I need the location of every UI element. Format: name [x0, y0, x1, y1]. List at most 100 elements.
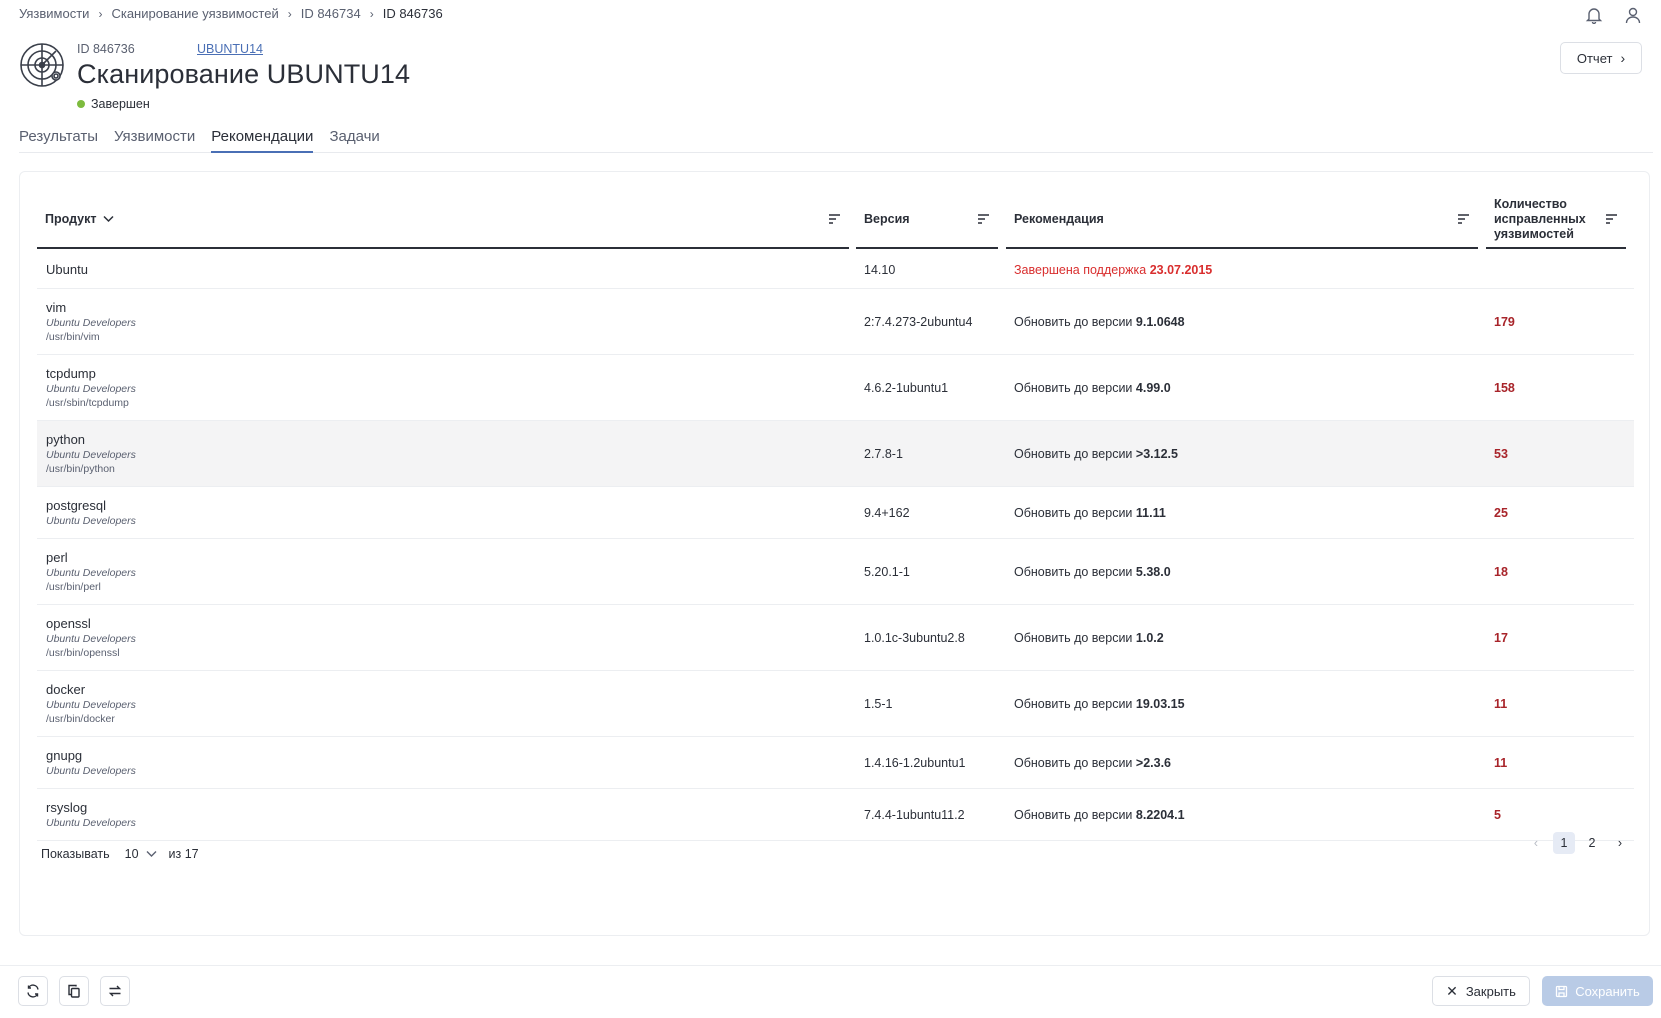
sort-icon[interactable] — [1457, 213, 1470, 225]
product-vendor: Ubuntu Developers — [46, 316, 136, 329]
close-button[interactable]: ✕ Закрыть — [1432, 976, 1530, 1006]
status-text: Завершен — [91, 97, 150, 111]
recommendation-value: 4.99.0 — [1135, 380, 1171, 395]
product-name: vim — [46, 299, 67, 315]
product-info: rsyslog Ubuntu Developers — [46, 800, 136, 830]
user-icon[interactable] — [1622, 4, 1644, 26]
table-row[interactable]: gnupg Ubuntu Developers 1.4.16-1.2ubuntu1 О… — [37, 737, 1634, 789]
recommendation-value: 9.1.0648 — [1135, 314, 1185, 329]
prev-page-icon[interactable]: ‹ — [1525, 832, 1547, 854]
recommendation-value: >2.3.6 — [1135, 755, 1172, 770]
version-cell: 1.0.1c-3ubuntu2.8 — [864, 630, 965, 645]
version-cell: 1.4.16-1.2ubuntu1 — [864, 755, 966, 770]
sort-icon[interactable] — [828, 213, 841, 225]
total-label: из 17 — [168, 847, 199, 861]
version-cell: 1.5-1 — [864, 696, 893, 711]
page-title: Сканирование UBUNTU14 — [77, 59, 411, 89]
table-row[interactable]: python Ubuntu Developers/usr/bin/python 2.… — [37, 421, 1634, 487]
breadcrumb-current: ID 846736 — [382, 6, 443, 21]
table-row[interactable]: rsyslog Ubuntu Developers 7.4.4-1ubuntu11.… — [37, 789, 1634, 841]
table-row[interactable]: tcpdump Ubuntu Developers/usr/sbin/tcpdum… — [37, 355, 1634, 421]
recommendation-cell: Обновить до версии >3.12.5 — [1014, 421, 1484, 486]
footer-toolbar: ✕ Закрыть Сохранить — [0, 965, 1661, 1018]
product-path: /usr/bin/vim — [46, 330, 100, 343]
recommendation-cell: Обновить до версии 9.1.0648 — [1014, 289, 1484, 354]
page-size-select[interactable]: 10 — [125, 847, 157, 861]
column-header-version-label: Версия — [864, 212, 910, 226]
product-info: perl Ubuntu Developers/usr/bin/perl — [46, 550, 136, 594]
column-header-fixed-count-label: Количество исправленных уязвимостей — [1494, 196, 1586, 241]
tab-vulnerabilities[interactable]: Уязвимости — [114, 128, 195, 153]
product-cell: openssl Ubuntu Developers/usr/bin/openssl — [46, 605, 826, 670]
sort-icon[interactable] — [977, 213, 990, 225]
close-button-label: Закрыть — [1465, 983, 1516, 999]
breadcrumb-item-scanning[interactable]: Сканирование уязвимостей — [111, 6, 278, 21]
copy-icon — [68, 984, 80, 998]
breadcrumb-item-parent-id[interactable]: ID 846734 — [301, 6, 361, 21]
recommendation-prefix: Завершена поддержка — [1014, 262, 1147, 277]
bell-icon[interactable] — [1583, 4, 1605, 26]
product-cell: vim Ubuntu Developers/usr/bin/vim — [46, 289, 826, 354]
table-row[interactable]: vim Ubuntu Developers/usr/bin/vim 2:7.4.27… — [37, 289, 1634, 355]
swap-button[interactable] — [100, 976, 130, 1006]
product-info: docker Ubuntu Developers/usr/bin/docker — [46, 682, 136, 726]
recommendation-cell: Обновить до версии 11.11 — [1014, 487, 1484, 538]
recommendation-value: >3.12.5 — [1135, 446, 1178, 461]
sort-icon[interactable] — [1605, 213, 1618, 225]
recommendation-value: 19.03.15 — [1135, 696, 1185, 711]
tabs: Результаты Уязвимости Рекомендации Задач… — [19, 128, 1653, 153]
page-button-2[interactable]: 2 — [1581, 832, 1603, 854]
product-vendor: Ubuntu Developers — [46, 566, 136, 579]
report-button[interactable]: Отчет › — [1560, 42, 1642, 74]
table-row[interactable]: postgresql Ubuntu Developers 9.4+162 Обнови… — [37, 487, 1634, 539]
show-label: Показывать — [41, 847, 110, 861]
fixed-count-cell: 11 — [1494, 696, 1508, 711]
product-name: perl — [46, 549, 68, 565]
save-button-label: Сохранить — [1575, 983, 1640, 999]
save-button[interactable]: Сохранить — [1542, 976, 1653, 1006]
tab-tasks[interactable]: Задачи — [329, 128, 379, 153]
refresh-icon — [27, 984, 39, 998]
tab-recommendations[interactable]: Рекомендации — [211, 128, 314, 153]
recommendations-card: Продукт Версия Рекомендация Количество и… — [19, 171, 1650, 936]
fixed-count-cell: 17 — [1494, 630, 1508, 645]
column-header-recommendation[interactable]: Рекомендация — [1006, 191, 1478, 249]
fixed-count-cell — [1494, 251, 1624, 288]
recommendation-text: Обновить до версии >2.3.6 — [1014, 756, 1171, 770]
recommendation-text: Обновить до версии 11.11 — [1014, 506, 1166, 520]
product-path: /usr/bin/docker — [46, 712, 115, 725]
table-row[interactable]: docker Ubuntu Developers/usr/bin/docker 1.… — [37, 671, 1634, 737]
next-page-icon[interactable]: › — [1609, 832, 1631, 854]
copy-button[interactable] — [59, 976, 89, 1006]
chevron-right-icon: › — [287, 6, 292, 21]
product-cell: python Ubuntu Developers/usr/bin/python — [46, 421, 826, 486]
product-cell: Ubuntu — [46, 251, 826, 288]
recommendation-value: 8.2204.1 — [1135, 807, 1185, 822]
table-row[interactable]: perl Ubuntu Developers/usr/bin/perl 5.20.1… — [37, 539, 1634, 605]
fixed-count-cell: 158 — [1494, 380, 1515, 395]
page-button-1[interactable]: 1 — [1553, 832, 1575, 854]
breadcrumb-item-vulnerabilities[interactable]: Уязвимости — [19, 6, 89, 21]
column-header-fixed-count[interactable]: Количество исправленных уязвимостей — [1486, 191, 1626, 249]
product-vendor: Ubuntu Developers — [46, 698, 136, 711]
product-cell: postgresql Ubuntu Developers — [46, 487, 826, 538]
recommendation-prefix: Обновить до версии — [1014, 446, 1133, 461]
version-cell: 2:7.4.273-2ubuntu4 — [864, 314, 973, 329]
column-header-version[interactable]: Версия — [856, 191, 998, 249]
host-link[interactable]: UBUNTU14 — [197, 42, 263, 56]
pagination: ‹ 1 2 › — [1519, 832, 1631, 854]
tab-results[interactable]: Результаты — [19, 128, 98, 153]
refresh-button[interactable] — [18, 976, 48, 1006]
fixed-count-cell: 11 — [1494, 755, 1508, 770]
recommendation-cell: Обновить до версии 4.99.0 — [1014, 355, 1484, 420]
status-badge: Завершен — [77, 97, 150, 111]
fixed-count-cell: 53 — [1494, 446, 1508, 461]
column-header-product-label: Продукт — [45, 212, 97, 226]
product-name: Ubuntu — [46, 261, 88, 277]
column-header-product[interactable]: Продукт — [37, 191, 849, 249]
chevron-down-icon[interactable] — [102, 215, 114, 223]
table-row[interactable]: openssl Ubuntu Developers/usr/bin/openssl… — [37, 605, 1634, 671]
table-row[interactable]: Ubuntu 14.10 Завершена поддержка 23.07.201… — [37, 251, 1634, 289]
product-path: /usr/bin/openssl — [46, 646, 120, 659]
product-path: /usr/bin/python — [46, 462, 115, 475]
